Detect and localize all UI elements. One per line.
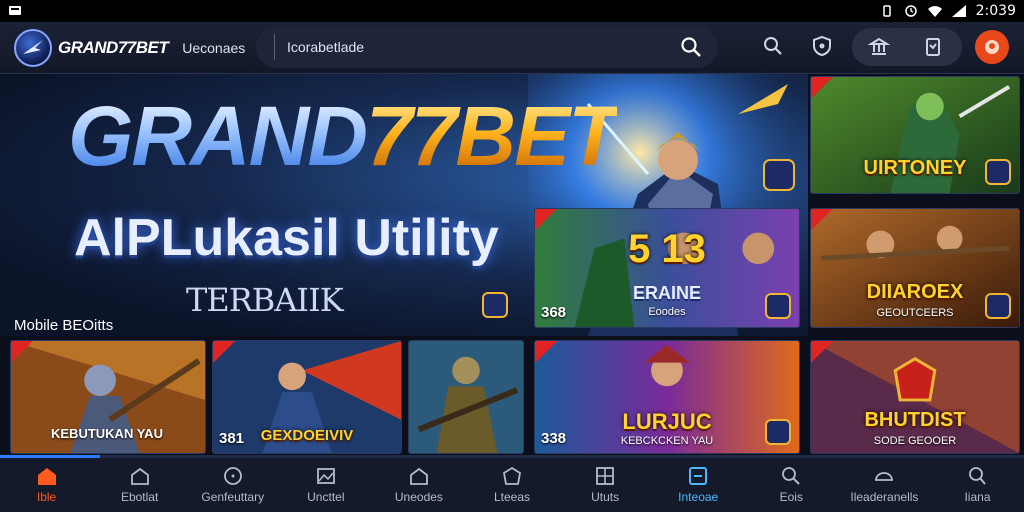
nav-item-2[interactable]: Ebotlat: [93, 458, 186, 512]
nav-item-6[interactable]: Lteeas: [465, 458, 558, 512]
game-tile[interactable]: KEBUTUKAN YAU: [10, 340, 206, 454]
nav-label: Genfeuttary: [201, 490, 265, 504]
home-outline-icon: [130, 467, 149, 485]
square-icon: [689, 467, 708, 485]
game-tile[interactable]: LURJUC KEBCKCKEN YAU 338: [534, 340, 800, 454]
store-icon: [503, 466, 522, 485]
search-icon: [782, 467, 801, 485]
tile-title: 5 13: [628, 227, 706, 271]
status-bar: 2:039: [0, 0, 1024, 22]
bank-icon[interactable]: [868, 36, 890, 58]
tile-badge-icon: [985, 159, 1011, 185]
search-input[interactable]: Icorabetlade: [287, 39, 364, 55]
game-tile[interactable]: 5 13 ERAINE Eoodes 368: [534, 208, 800, 328]
alarm-icon: [904, 5, 917, 17]
game-tile[interactable]: UIRTONEY: [810, 76, 1020, 194]
hero-badge-icon: [482, 292, 508, 318]
nav-label: Ible: [36, 490, 57, 504]
search-icon[interactable]: [762, 35, 784, 57]
nav-item-11[interactable]: Iiana: [931, 458, 1024, 512]
avatar[interactable]: [975, 30, 1009, 64]
nav-item-9[interactable]: Eois: [745, 458, 838, 512]
tile-subtitle: ERAINE: [632, 283, 701, 303]
tile-number: 368: [541, 304, 567, 321]
nav-item-5[interactable]: Uneodes: [372, 458, 465, 512]
new-ribbon: [213, 341, 235, 363]
tile-badge-icon: [985, 293, 1011, 319]
nav-item-3[interactable]: Genfeuttary: [186, 458, 279, 512]
grid-icon: [596, 467, 615, 485]
brand-title-part-2: 77BET: [366, 89, 619, 183]
wifi-icon: [927, 6, 942, 17]
logo-text[interactable]: GRAND77BET: [58, 38, 169, 58]
chat-icon: [875, 472, 894, 481]
app-header: GRAND77BET Ueconaes Icorabetlade: [0, 22, 1024, 74]
nav-label: Eois: [779, 490, 803, 504]
new-ribbon: [11, 341, 33, 363]
tile-number: 338: [541, 430, 567, 447]
divider: [274, 34, 275, 60]
nav-label: Lteeas: [494, 490, 531, 504]
signal-icon: [951, 5, 966, 17]
section-label: Mobile BEOitts: [14, 317, 114, 334]
magnify-icon: [969, 467, 987, 485]
brand-title: GRAND77BET: [68, 88, 619, 185]
tile-tag: Eoodes: [648, 306, 686, 318]
nav-label: Ebotlat: [120, 490, 159, 504]
new-ribbon: [811, 209, 833, 231]
logo-icon[interactable]: [14, 28, 52, 67]
tile-badge-icon: [765, 419, 791, 445]
tile-subtitle: KEBCKCKEN YAU: [620, 435, 714, 447]
user-icon: [985, 40, 999, 54]
tile-number: 381: [219, 430, 245, 447]
action-group: [852, 28, 962, 66]
nav-link[interactable]: Ueconaes: [182, 40, 245, 56]
nav-label: Uneodes: [394, 490, 443, 504]
app-frame: 2:039 GRAND77BET Ueconaes Icorabetlade G…: [0, 0, 1024, 512]
game-tile[interactable]: DIIAROEX GEOUTCEERS: [810, 208, 1020, 328]
nav-label: Iiana: [964, 490, 991, 504]
tile-subtitle: SODE GEOOER: [873, 435, 957, 447]
tile-title: LURJUC: [622, 409, 712, 434]
search-icon[interactable]: [680, 36, 702, 58]
nav-item-8[interactable]: Inteoae: [652, 458, 745, 512]
shield-icon[interactable]: [811, 35, 833, 57]
search-bar[interactable]: Icorabetlade: [256, 26, 718, 68]
tile-badge-icon: [765, 293, 791, 319]
game-tile[interactable]: BHUTDIST SODE GEOOER: [810, 340, 1020, 454]
new-ribbon: [811, 77, 833, 99]
status-time: 2:039: [975, 3, 1016, 19]
notification-icon: [9, 6, 21, 15]
new-ribbon: [811, 341, 833, 363]
nav-label: Ileaderanells: [850, 490, 919, 504]
image-icon: [316, 468, 335, 484]
document-icon[interactable]: [922, 36, 944, 58]
active-indicator: [0, 455, 100, 458]
bottom-nav: Ible Ebotlat Genfeuttary Uncttel Uneodes…: [0, 455, 1024, 512]
new-ribbon: [535, 341, 557, 363]
nav-label: Inteoae: [678, 490, 719, 504]
nav-item-10[interactable]: Ileaderanells: [838, 458, 931, 512]
game-tile[interactable]: GEXDOEIVIV 381: [212, 340, 402, 454]
tile-caption: KEBUTUKAN YAU: [51, 426, 163, 441]
nav-item-7[interactable]: Ututs: [559, 458, 652, 512]
nav-label: Ututs: [591, 490, 620, 504]
tile-art: [409, 341, 523, 453]
home-icon: [37, 468, 56, 485]
brand-title-part-1: GRAND: [68, 89, 368, 183]
clock-icon: [223, 467, 242, 485]
house-icon: [410, 467, 428, 485]
nav-item-4[interactable]: Uncttel: [279, 458, 372, 512]
hero-tagline: AlPLukasil Utility: [74, 209, 499, 267]
vibrate-icon: [882, 5, 891, 17]
hero-subtagline: TERBAIIK: [186, 281, 344, 319]
game-tile[interactable]: [408, 340, 524, 454]
tile-title: BHUTDIST: [864, 409, 966, 431]
nav-item-home[interactable]: Ible: [0, 458, 93, 512]
nav-label: Uncttel: [307, 490, 345, 504]
